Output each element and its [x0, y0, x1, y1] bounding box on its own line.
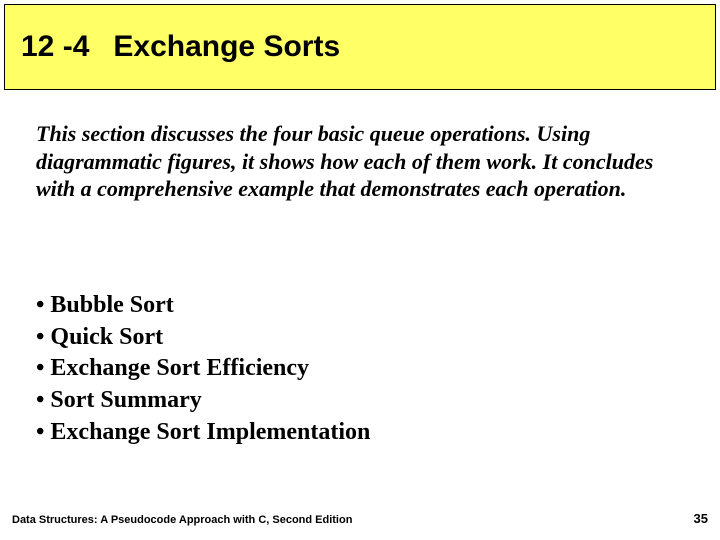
- list-item: Exchange Sort Efficiency: [36, 353, 684, 385]
- footer-source: Data Structures: A Pseudocode Approach w…: [12, 514, 352, 526]
- section-number: 12 -4: [21, 30, 89, 63]
- list-item: Quick Sort: [36, 322, 684, 354]
- section-title: Exchange Sorts: [113, 30, 340, 63]
- list-item: Sort Summary: [36, 385, 684, 417]
- intro-paragraph: This section discusses the four basic qu…: [36, 120, 684, 203]
- bullet-list: Bubble Sort Quick Sort Exchange Sort Eff…: [36, 290, 684, 448]
- title-bar: 12 -4 Exchange Sorts: [4, 4, 716, 90]
- footer: Data Structures: A Pseudocode Approach w…: [12, 511, 708, 526]
- slide: 12 -4 Exchange Sorts This section discuss…: [0, 0, 720, 540]
- slide-title: 12 -4 Exchange Sorts: [21, 30, 340, 64]
- list-item: Exchange Sort Implementation: [36, 417, 684, 449]
- page-number: 35: [694, 511, 708, 526]
- list-item: Bubble Sort: [36, 290, 684, 322]
